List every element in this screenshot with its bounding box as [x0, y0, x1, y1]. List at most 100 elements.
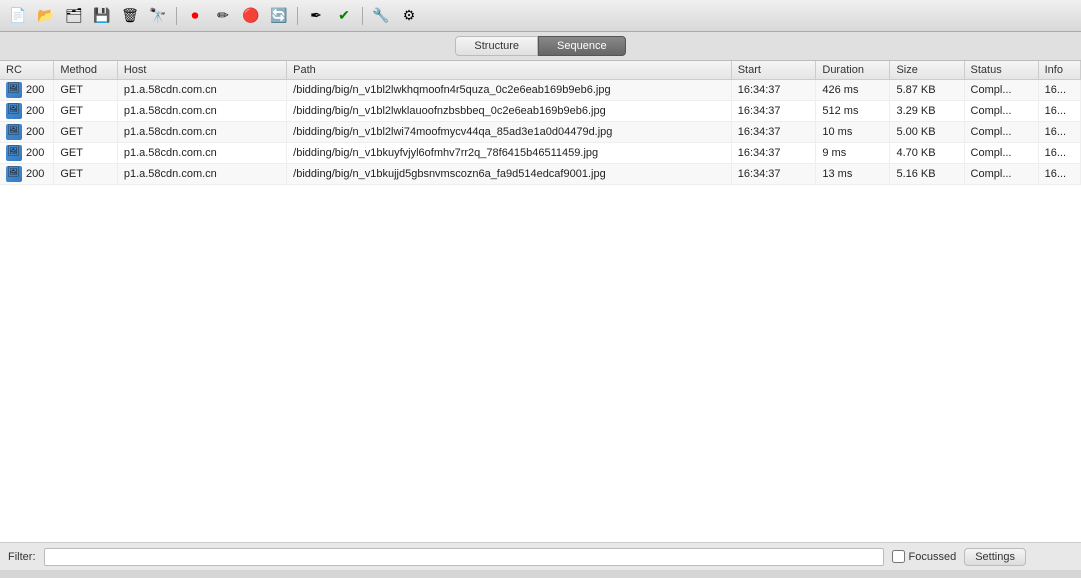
cell-status-0: Compl... [964, 80, 1038, 101]
settings-button[interactable]: 🔧 [369, 4, 393, 28]
cell-host-2: p1.a.58cdn.com.cn [117, 122, 286, 143]
cell-start-4: 16:34:37 [731, 164, 816, 185]
cell-duration-1: 512 ms [816, 101, 890, 122]
col-header-method[interactable]: Method [54, 61, 118, 80]
cell-start-2: 16:34:37 [731, 122, 816, 143]
cell-path-0: /bidding/big/n_v1bl2lwkhqmoofn4r5quza_0c… [287, 80, 732, 101]
gear-button[interactable]: ⚙ [397, 4, 421, 28]
delete-button[interactable]: 🗑 [118, 4, 142, 28]
cell-method-2: GET [54, 122, 118, 143]
content-wrapper: Structure Sequence RC Method Host Path S… [0, 32, 1081, 578]
save-button[interactable]: 💾 [90, 4, 114, 28]
filter-input[interactable] [44, 548, 884, 566]
cell-rc-2: 200 [0, 122, 54, 143]
cell-method-1: GET [54, 101, 118, 122]
cell-path-1: /bidding/big/n_v1bl2lwklauoofnzbsbbeq_0c… [287, 101, 732, 122]
toolbar-separator-2 [297, 7, 298, 25]
filter-label: Filter: [8, 551, 36, 563]
col-header-rc[interactable]: RC [0, 61, 54, 80]
folder-button[interactable]: 🗂 [62, 4, 86, 28]
cell-path-4: /bidding/big/n_v1bkujjd5gbsnvmscozn6a_fa… [287, 164, 732, 185]
cell-method-3: GET [54, 143, 118, 164]
cell-status-3: Compl... [964, 143, 1038, 164]
cell-duration-0: 426 ms [816, 80, 890, 101]
open-button[interactable]: 📂 [34, 4, 58, 28]
cursor-button[interactable]: ✏ [211, 4, 235, 28]
tab-bar: Structure Sequence [0, 32, 1081, 61]
focussed-checkbox[interactable] [892, 550, 905, 563]
cell-rc-1: 200 [0, 101, 54, 122]
cell-rc-0: 200 [0, 80, 54, 101]
cell-info-4: 16... [1038, 164, 1080, 185]
image-icon [6, 82, 22, 98]
cell-duration-2: 10 ms [816, 122, 890, 143]
settings-button[interactable]: Settings [964, 548, 1026, 566]
cell-start-0: 16:34:37 [731, 80, 816, 101]
stop-button[interactable]: 🔴 [239, 4, 263, 28]
col-header-status[interactable]: Status [964, 61, 1038, 80]
cell-path-3: /bidding/big/n_v1bkuyfvjyl6ofmhv7rr2q_78… [287, 143, 732, 164]
record-button[interactable]: ⏺ [183, 4, 207, 28]
table-header: RC Method Host Path Start Duration Size … [0, 61, 1081, 80]
rc-value: 200 [26, 105, 44, 117]
filter-bar: Filter: Focussed Settings [0, 542, 1081, 570]
cell-size-4: 5.16 KB [890, 164, 964, 185]
cell-info-3: 16... [1038, 143, 1080, 164]
new-button[interactable]: 📄 [6, 4, 30, 28]
cell-host-1: p1.a.58cdn.com.cn [117, 101, 286, 122]
rc-value: 200 [26, 126, 44, 138]
cell-duration-4: 13 ms [816, 164, 890, 185]
col-header-start[interactable]: Start [731, 61, 816, 80]
cell-duration-3: 9 ms [816, 143, 890, 164]
col-header-duration[interactable]: Duration [816, 61, 890, 80]
toolbar: 📄 📂 🗂 💾 🗑 🔭 ⏺ ✏ 🔴 🔄 ✒ ✔ 🔧 ⚙ [0, 0, 1081, 32]
col-header-host[interactable]: Host [117, 61, 286, 80]
cell-host-3: p1.a.58cdn.com.cn [117, 143, 286, 164]
rc-value: 200 [26, 168, 44, 180]
cell-size-3: 4.70 KB [890, 143, 964, 164]
cell-path-2: /bidding/big/n_v1bl2lwi74moofmycv44qa_85… [287, 122, 732, 143]
table-row[interactable]: 200 GETp1.a.58cdn.com.cn/bidding/big/n_v1… [0, 164, 1081, 185]
image-icon [6, 124, 22, 140]
cell-start-3: 16:34:37 [731, 143, 816, 164]
table-row[interactable]: 200 GETp1.a.58cdn.com.cn/bidding/big/n_v1… [0, 80, 1081, 101]
cell-size-2: 5.00 KB [890, 122, 964, 143]
cell-info-0: 16... [1038, 80, 1080, 101]
cell-host-0: p1.a.58cdn.com.cn [117, 80, 286, 101]
col-header-path[interactable]: Path [287, 61, 732, 80]
image-icon [6, 145, 22, 161]
col-header-info[interactable]: Info [1038, 61, 1080, 80]
request-table[interactable]: RC Method Host Path Start Duration Size … [0, 61, 1081, 542]
tab-structure[interactable]: Structure [455, 36, 538, 56]
rc-value: 200 [26, 147, 44, 159]
cell-status-1: Compl... [964, 101, 1038, 122]
search-button[interactable]: 🔭 [146, 4, 170, 28]
cell-host-4: p1.a.58cdn.com.cn [117, 164, 286, 185]
table-row[interactable]: 200 GETp1.a.58cdn.com.cn/bidding/big/n_v1… [0, 122, 1081, 143]
cell-method-0: GET [54, 80, 118, 101]
cell-rc-4: 200 [0, 164, 54, 185]
focussed-label: Focussed [909, 551, 957, 563]
check-button[interactable]: ✔ [332, 4, 356, 28]
cell-rc-3: 200 [0, 143, 54, 164]
cell-method-4: GET [54, 164, 118, 185]
cell-status-2: Compl... [964, 122, 1038, 143]
toolbar-separator-3 [362, 7, 363, 25]
image-icon [6, 166, 22, 182]
image-icon [6, 103, 22, 119]
cell-size-0: 5.87 KB [890, 80, 964, 101]
focussed-container: Focussed [892, 550, 957, 563]
edit-button[interactable]: ✒ [304, 4, 328, 28]
table-row[interactable]: 200 GETp1.a.58cdn.com.cn/bidding/big/n_v1… [0, 101, 1081, 122]
rc-value: 200 [26, 84, 44, 96]
requests-list: RC Method Host Path Start Duration Size … [0, 61, 1081, 185]
col-header-size[interactable]: Size [890, 61, 964, 80]
tab-sequence[interactable]: Sequence [538, 36, 626, 56]
cell-info-2: 16... [1038, 122, 1080, 143]
refresh-button[interactable]: 🔄 [267, 4, 291, 28]
table-row[interactable]: 200 GETp1.a.58cdn.com.cn/bidding/big/n_v1… [0, 143, 1081, 164]
toolbar-separator-1 [176, 7, 177, 25]
main-area [0, 570, 1081, 578]
cell-start-1: 16:34:37 [731, 101, 816, 122]
cell-info-1: 16... [1038, 101, 1080, 122]
